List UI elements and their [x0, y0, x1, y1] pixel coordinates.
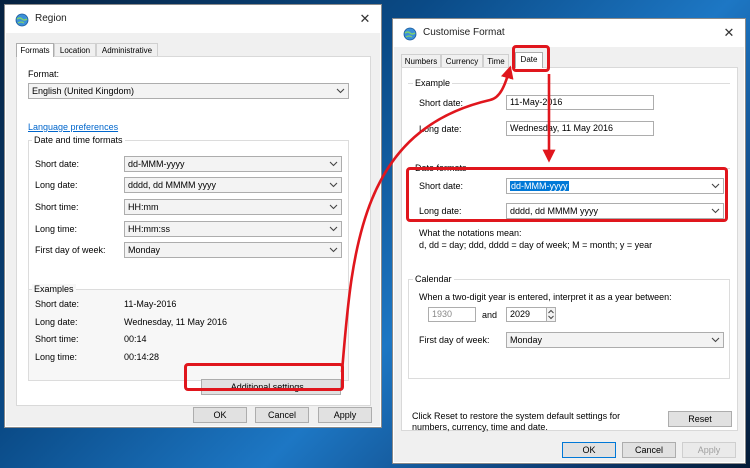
tab-administrative[interactable]: Administrative — [96, 43, 158, 57]
short-date-dropdown[interactable]: dd-MMM-yyyy — [124, 156, 342, 172]
customise-title: Customise Format — [423, 27, 505, 38]
example-short-date-value: 11-May-2016 — [124, 299, 177, 309]
example-long-time-label: Long time: — [35, 352, 78, 362]
example-long-date-label: Long date: — [35, 317, 78, 327]
customise-format-window: Customise Format ✕ Numbers Currency Time… — [392, 18, 746, 464]
example-long-date-value: Wednesday, 11 May 2016 — [124, 317, 228, 327]
example-divider — [408, 83, 730, 84]
spin-up-down-icon — [548, 309, 554, 320]
and-label: and — [482, 310, 498, 320]
reset-description: Click Reset to restore the system defaul… — [412, 411, 621, 432]
chevron-down-icon — [711, 337, 720, 343]
tab-formats[interactable]: Formats — [16, 43, 54, 57]
first-day-value: Monday — [128, 245, 161, 255]
long-date-dropdown[interactable]: dddd, dd MMMM yyyy — [124, 177, 342, 193]
customise-close-button[interactable]: ✕ — [719, 24, 739, 42]
short-date-label: Short date: — [35, 159, 80, 169]
region-cancel-button[interactable]: Cancel — [255, 407, 309, 423]
examples-title: Examples — [32, 284, 76, 294]
tab-time[interactable]: Time — [483, 54, 509, 68]
tab-location[interactable]: Location — [54, 43, 96, 57]
language-preferences-link[interactable]: Language preferences — [28, 122, 118, 132]
example-short-time-label: Short time: — [35, 334, 79, 344]
short-time-value: HH:mm — [128, 202, 159, 212]
chevron-down-icon — [336, 88, 345, 94]
cf-first-day-dropdown[interactable]: Monday — [506, 332, 724, 348]
long-time-label: Long time: — [35, 224, 78, 234]
cf-first-day-value: Monday — [510, 335, 543, 345]
region-title: Region — [35, 13, 67, 24]
format-dropdown[interactable]: English (United Kingdom) — [28, 83, 349, 99]
short-time-label: Short time: — [35, 202, 79, 212]
region-ok-button[interactable]: OK — [193, 407, 247, 423]
first-day-dropdown[interactable]: Monday — [124, 242, 342, 258]
long-date-label: Long date: — [35, 180, 78, 190]
chevron-down-icon — [329, 247, 338, 253]
example-long-time-value: 00:14:28 — [124, 352, 160, 362]
cf-long-date-label: Long date: — [419, 124, 462, 134]
cf-first-day-label: First day of week: — [419, 335, 490, 345]
long-time-value: HH:mm:ss — [128, 224, 170, 234]
region-titlebar[interactable]: Region ✕ — [5, 5, 381, 33]
year-to-field[interactable]: 2029 — [506, 307, 547, 322]
year-from-field: 1930 — [428, 307, 476, 322]
cf-short-date-label: Short date: — [419, 98, 464, 108]
customise-apply-button: Apply — [682, 442, 736, 458]
tab-currency[interactable]: Currency — [441, 54, 483, 68]
additional-settings-highlight — [184, 363, 344, 391]
format-label: Format: — [28, 69, 60, 79]
region-close-button[interactable]: ✕ — [355, 10, 375, 28]
customise-titlebar[interactable]: Customise Format ✕ — [393, 19, 745, 47]
tab-numbers[interactable]: Numbers — [401, 54, 441, 68]
tab-date[interactable]: Date — [515, 52, 543, 68]
chevron-down-icon — [329, 161, 338, 167]
customise-cancel-button[interactable]: Cancel — [622, 442, 676, 458]
date-panel: Example Short date: 11-May-2016 Long dat… — [401, 67, 738, 432]
date-formats-highlight — [406, 167, 728, 222]
cf-short-date-example: 11-May-2016 — [506, 95, 654, 110]
short-time-dropdown[interactable]: HH:mm — [124, 199, 342, 215]
chevron-down-icon — [329, 226, 338, 232]
example-short-time-value: 00:14 — [124, 334, 147, 344]
chevron-down-icon — [329, 182, 338, 188]
customise-ok-button[interactable]: OK — [562, 442, 616, 458]
reset-button[interactable]: Reset — [668, 411, 732, 427]
calendar-title: Calendar — [413, 274, 454, 284]
notations-text: d, dd = day; ddd, dddd = day of week; M … — [419, 240, 653, 250]
notations-title: What the notations mean: — [419, 228, 522, 238]
chevron-down-icon — [329, 204, 338, 210]
region-apply-button[interactable]: Apply — [318, 407, 372, 423]
cf-long-date-example: Wednesday, 11 May 2016 — [506, 121, 654, 136]
two-digit-year-text: When a two-digit year is entered, interp… — [419, 292, 672, 302]
example-short-date-label: Short date: — [35, 299, 80, 309]
year-to-spinner[interactable] — [547, 307, 556, 322]
format-value: English (United Kingdom) — [32, 86, 135, 96]
first-day-label: First day of week: — [35, 245, 106, 255]
formats-panel: Format: English (United Kingdom) Languag… — [16, 56, 371, 406]
long-time-dropdown[interactable]: HH:mm:ss — [124, 221, 342, 237]
example-title: Example — [413, 78, 453, 88]
long-date-value: dddd, dd MMMM yyyy — [128, 180, 217, 190]
globe-icon — [15, 13, 29, 27]
customise-client: Numbers Currency Time Date Example Short… — [394, 47, 744, 462]
globe-icon — [403, 27, 417, 41]
date-time-formats-title: Date and time formats — [32, 135, 125, 145]
short-date-value: dd-MMM-yyyy — [128, 159, 185, 169]
